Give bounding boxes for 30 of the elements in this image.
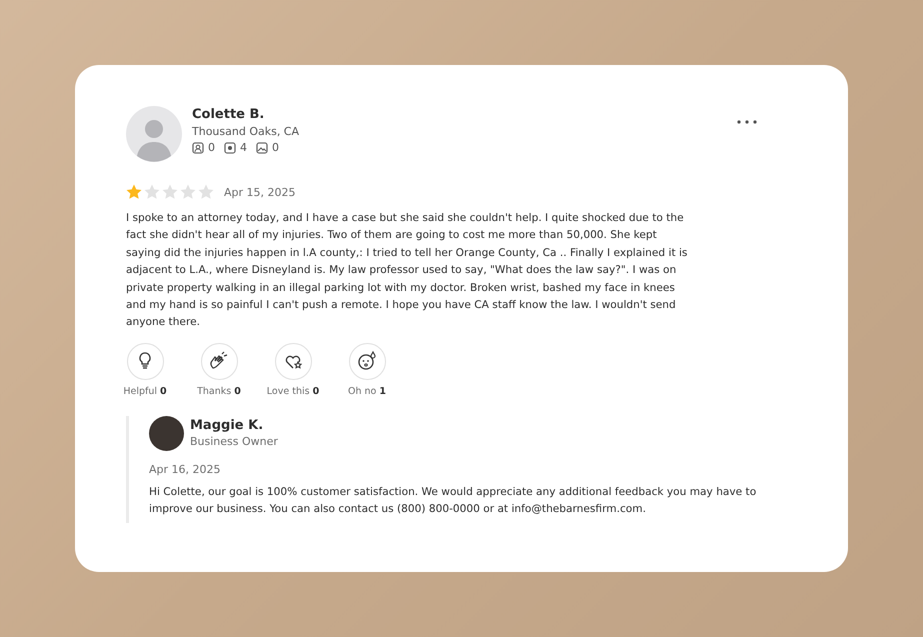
review-date: Apr 15, 2025 — [224, 186, 296, 198]
reaction-button[interactable] — [126, 342, 164, 380]
avatar-silhouette-icon — [126, 106, 182, 162]
reviewer-name[interactable]: Colette B. — [192, 107, 723, 122]
photo-placeholder — [149, 416, 184, 451]
friends-icon — [192, 142, 204, 154]
owner-role: Business Owner — [190, 435, 278, 448]
reaction-label: Love this 0 — [266, 386, 320, 397]
reaction-button[interactable] — [200, 342, 238, 380]
star-square-icon — [224, 142, 236, 154]
star-icon — [180, 184, 196, 200]
reaction-label: Oh no 1 — [348, 386, 386, 397]
reply-date: Apr 16, 2025 — [149, 462, 222, 476]
owner-name[interactable]: Maggie K. — [190, 418, 278, 434]
reaction-button[interactable] — [348, 342, 386, 380]
stat-count: 0 — [272, 141, 279, 154]
review-text: I spoke to an attorney today, and I have a case but she said she couldn't help. I quite shocked due to the fact she didn't hear all of my injuries. Two of them are going to cost me more than 50,000. She kept saying did the injuries happen in l.A county,: I tried to tell her Orange County, Ca .. Finally I explained it is adjacent to L.A., where Disneyland is. My law professor used to say, "What does the law say?". I was on private property walking in an illegal parking lot with my doctor. Broken wrist, bashed my face in knees and my hand is so painful I can't push a remote. I hope you have CA staff know the law. I wouldn't send anyone there. — [126, 211, 688, 330]
reaction-button[interactable] — [274, 342, 312, 380]
stat-count: 4 — [240, 141, 247, 154]
star-icon — [144, 184, 160, 200]
stat-count: 0 — [208, 141, 215, 154]
reaction-label: Thanks 0 — [197, 386, 241, 397]
reviewer-location: Thousand Oaks, CA — [192, 125, 300, 138]
star-icon — [198, 184, 214, 200]
star-icon — [162, 184, 178, 200]
ellipsis-icon — [737, 120, 757, 124]
reaction-label: Helpful 0 — [123, 386, 167, 397]
reply-text: Hi Colette, our goal is 100% customer satisfaction. We would appreciate any additional feedback you may have to improve our business. You can also contact us (800) 800-0000 or at info@thebarnesfirm.com. — [149, 484, 758, 518]
image-icon — [256, 142, 268, 154]
star-icon — [126, 184, 142, 200]
